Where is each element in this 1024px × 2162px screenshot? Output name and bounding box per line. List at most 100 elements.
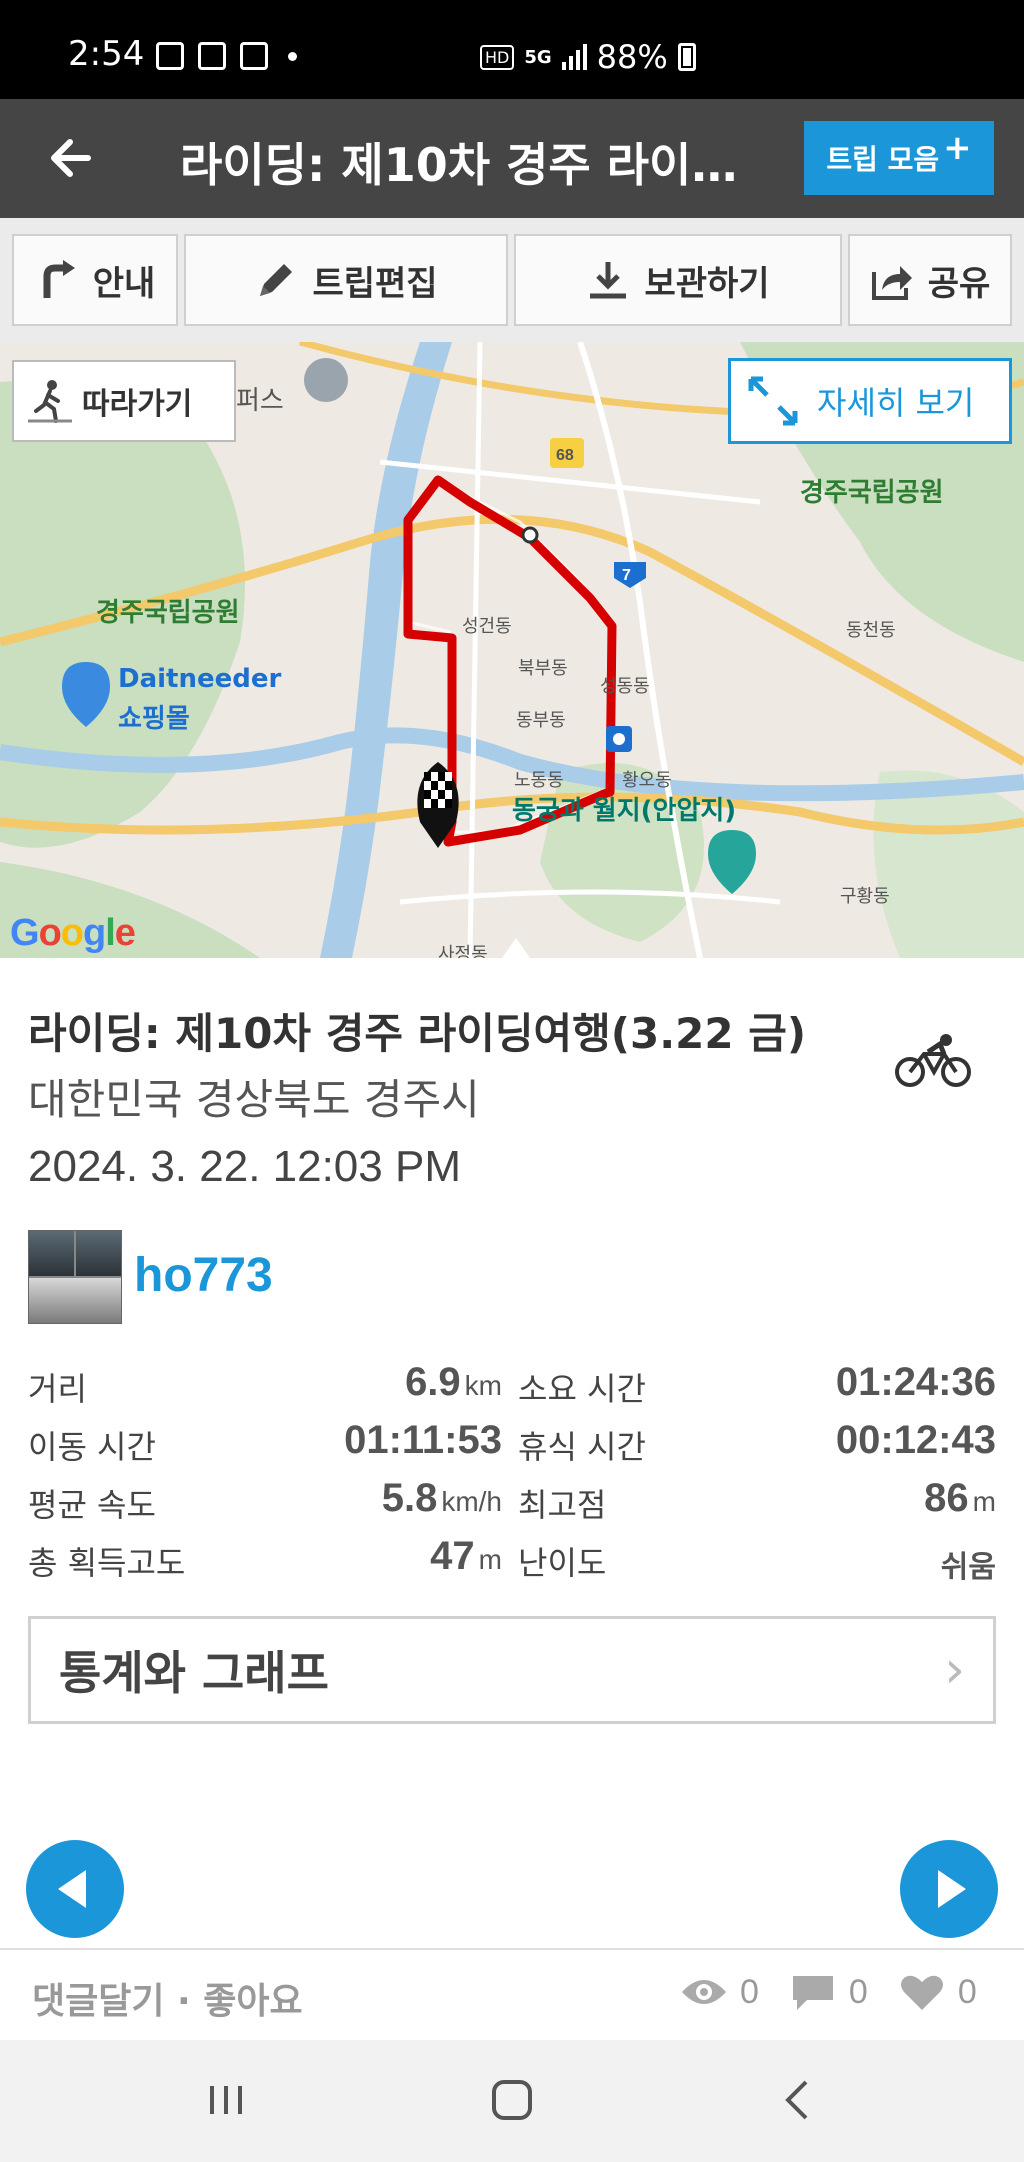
stats-graph-button[interactable]: 통계와 그래프 › [28,1616,996,1724]
distance-value: 6.9 km [405,1360,502,1404]
hd-voice-icon: HD [480,44,515,70]
rest-time-value: 00:12:43 [835,1418,996,1462]
save-button[interactable]: 보관하기 [514,234,842,326]
more-notifications-dot [288,51,297,61]
trip-collection-button[interactable]: 트립 모음 + [804,121,994,195]
previous-trip-button[interactable] [26,1840,124,1938]
map-label-mall: Daitneeder [118,664,282,694]
chevron-right-icon: › [944,1640,965,1700]
battery-percent: 88% [596,38,668,76]
svg-text:68: 68 [556,447,574,464]
home-icon[interactable] [482,2070,542,2130]
signal-icon [561,44,587,70]
network-5g-icon: 5G [524,46,552,68]
difficulty-value: 쉬움 [940,1551,996,1584]
edit-trip-label: 트립편집 [312,263,438,304]
avatar[interactable] [28,1230,122,1324]
moving-time-value: 01:11:53 [344,1418,502,1462]
battery-icon [677,43,696,71]
recent-apps-icon[interactable] [196,2070,256,2130]
status-indicators: HD 5G 88% [480,38,696,76]
edit-trip-button[interactable]: 트립편집 [184,234,508,326]
bicycle-icon [895,1034,971,1087]
stat-row: 거리 6.9 km 소요 시간 01:24:36 [28,1358,996,1416]
map-label-dong-1: 성건동 [462,616,512,637]
comment-bar: 댓글달기 · 좋아요 0 0 0 [0,1948,1024,2040]
save-label: 보관하기 [644,263,770,304]
avg-speed-label: 평균 속도 [28,1486,156,1524]
trip-location: 대한민국 경상북도 경주시 [28,1075,480,1124]
moving-time-label: 이동 시간 [28,1428,156,1466]
view-details-button[interactable]: 자세히 보기 [728,358,1012,444]
distance-unit: km [464,1370,502,1401]
next-trip-button[interactable] [900,1840,998,1938]
guide-label: 안내 [92,263,156,304]
notification-icons [156,42,297,70]
stat-row: 평균 속도 5.8 km/h 최고점 86 m [28,1474,996,1532]
map-label-dong-9: 사정동 [438,944,488,958]
route-map[interactable]: 68 7 경주국립공원 경주국립공원 Daitneeder 쇼핑몰 동궁과 월지… [0,342,1024,958]
map-label-campus: 퍼스 [236,386,284,416]
map-label-dong-7: 동천동 [846,620,896,641]
avg-speed-unit: km/h [441,1486,502,1517]
google-logo: Google [10,912,136,954]
avg-speed-value: 5.8 km/h [381,1476,502,1520]
back-button[interactable] [40,123,110,193]
status-time: 2:54 [68,34,145,74]
duration-label: 소요 시간 [518,1370,646,1408]
distance-label: 거리 [28,1370,87,1408]
max-elevation-label: 최고점 [518,1486,607,1524]
stat-row: 총 획득고도 47 m 난이도 쉬움 [28,1532,996,1590]
stat-row: 이동 시간 01:11:53 휴식 시간 00:12:43 [28,1416,996,1474]
max-elevation-value: 86 m [924,1476,996,1520]
total-gain-label: 총 획득고도 [28,1544,186,1582]
follow-button[interactable]: 따라가기 [12,360,236,442]
comment-icon [792,1976,833,2010]
map-label-pond: 동궁과 월지(안압지) [512,796,737,826]
likes-count: 0 [957,1972,977,2011]
eye-icon [682,1980,726,2004]
difficulty-label: 난이도 [518,1544,607,1582]
map-label-park-right: 경주국립공원 [800,478,944,508]
comments-count: 0 [848,1972,868,2011]
arrow-left-icon [51,139,91,177]
share-button[interactable]: 공유 [848,234,1012,326]
guide-button[interactable]: 안내 [12,234,178,326]
system-navigation-bar [0,2040,1024,2162]
comment-like-link[interactable]: 댓글달기 · 좋아요 [32,1972,303,2024]
rest-time-label: 휴식 시간 [518,1428,646,1466]
trip-title: 라이딩: 제10차 경주 라이딩여행(3.22 금) [28,1009,807,1058]
feather-icon [198,42,226,70]
heart-icon [900,1975,943,2010]
walking-person-icon [28,380,72,423]
map-label-dong-5: 노동동 [514,770,564,791]
total-gain-unit: m [478,1544,502,1575]
stats-graph-label: 통계와 그래프 [59,1646,329,1700]
map-label-dong-2: 북부동 [518,658,568,679]
triangle-right-icon [938,1870,966,1908]
map-label-dong-6: 황오동 [622,770,672,791]
download-icon [590,262,627,299]
trip-stats: 거리 6.9 km 소요 시간 01:24:36 이동 시간 01:11:53 휴… [28,1358,996,1590]
share-icon [871,266,912,300]
expand-icon [748,376,798,426]
map-label-park-left: 경주국립공원 [96,598,240,628]
map-label-dong-3: 동부동 [516,710,566,731]
trip-datetime: 2024. 3. 22. 12:03 PM [28,1142,461,1191]
gallery-icon [156,42,184,70]
map-label-dong-8: 구황동 [840,886,890,907]
app-header: 라이딩: 제10차 경주 라이... 트립 모음 + [0,99,1024,218]
svg-text:7: 7 [622,567,631,584]
trip-collection-label: 트립 모음 [826,143,940,176]
status-bar: 2:54 HD 5G 88% [0,0,1024,99]
pay-icon [240,42,268,70]
engagement-counts: 0 0 0 [680,1972,977,2012]
back-nav-icon[interactable] [768,2070,828,2130]
map-label-mall-sub: 쇼핑몰 [118,704,190,734]
plus-icon: + [943,128,972,168]
triangle-left-icon [58,1870,86,1908]
total-gain-value: 47 m [430,1534,502,1578]
username-link[interactable]: ho773 [134,1248,273,1303]
page-title: 라이딩: 제10차 경주 라이... [180,138,740,192]
views-count: 0 [740,1972,759,2011]
